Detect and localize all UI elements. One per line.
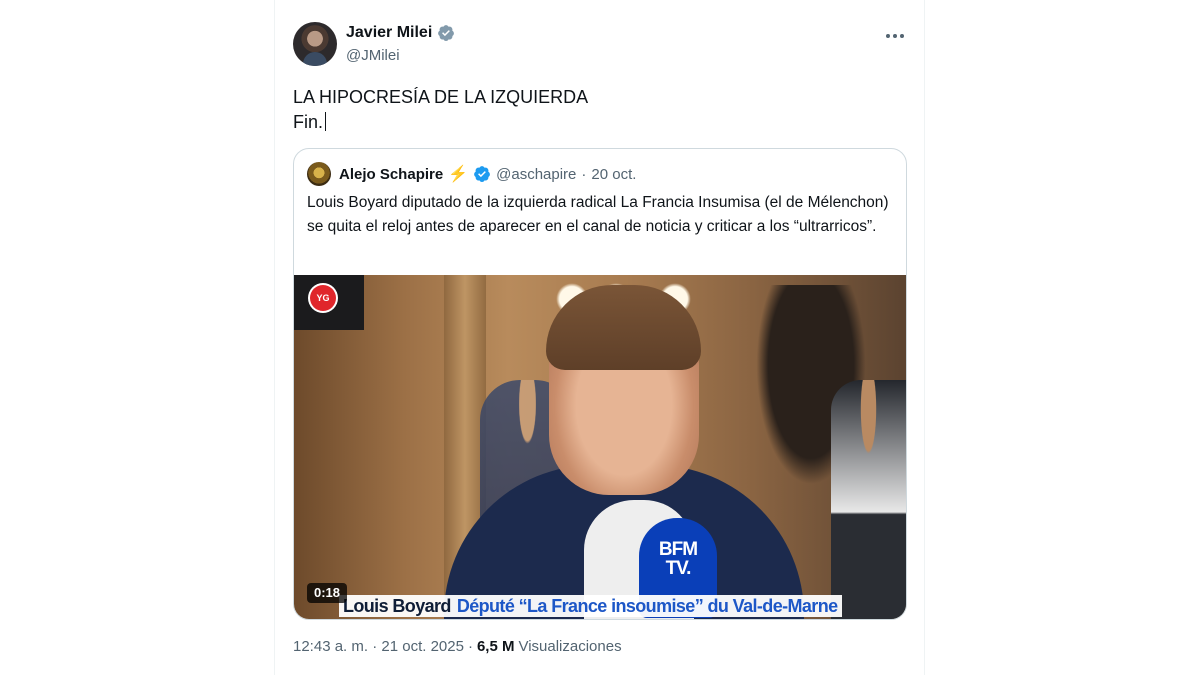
verified-badge-icon [474,166,491,182]
lower-third-name: Louis Boyard [343,595,451,616]
video-player[interactable]: BFM TV. YG Louis Boyard Député “La Franc… [294,275,906,619]
quoted-date[interactable]: 20 oct. [591,166,636,183]
separator-dot: · [581,165,587,183]
video-background-person [831,380,906,619]
quoted-author-avatar[interactable] [307,162,331,186]
mic-label-top: BFM [658,539,698,560]
separator-dot: · [467,638,473,655]
quoted-tweet[interactable]: Alejo Schapire ⚡ @aschapire · 20 oct. Lo… [293,148,907,620]
tweet-text: LA HIPOCRESÍA DE LA IZQUIERDA Fin. [293,85,588,135]
tweet-meta: 12:43 a. m. · 21 oct. 2025 · 6,5 M Visua… [293,638,622,655]
lower-third: Louis Boyard Député “La France insoumise… [339,595,842,617]
author-avatar[interactable] [293,22,337,66]
video-duration: 0:18 [307,583,348,603]
tweet-text-line-2: Fin. [293,110,588,135]
quoted-author-handle[interactable]: @aschapire [496,166,576,183]
tweet-text-line-2-content: Fin. [293,112,324,132]
text-cursor [325,112,327,131]
author-name[interactable]: Javier Milei [346,24,432,42]
tweet-header: Javier Milei @JMilei [293,22,906,68]
timestamp[interactable]: 12:43 a. m. · 21 oct. 2025 [293,638,464,655]
verified-badge-icon [438,25,455,41]
views-count: 6,5 M [476,638,515,655]
more-options-icon[interactable] [884,28,906,44]
tweet-text-line-1: LA HIPOCRESÍA DE LA IZQUIERDA [293,87,589,107]
channel-logo: YG [310,285,336,311]
lower-third-role: Député “La France insoumise” du Val-de-M… [456,595,838,616]
quoted-author-name[interactable]: Alejo Schapire [339,166,443,183]
author-handle[interactable]: @JMilei [346,47,400,64]
views-label: Visualizaciones [518,638,622,655]
quoted-tweet-header: Alejo Schapire ⚡ @aschapire · 20 oct. [307,162,636,186]
author-name-line: Javier Milei [346,24,455,42]
tweet-column: Javier Milei @JMilei LA HIPOCRESÍA DE LA… [274,0,925,675]
lightning-emoji: ⚡ [448,166,469,183]
mic-label-bottom: TV. [665,558,692,579]
quoted-tweet-text: Louis Boyard diputado de la izquierda ra… [307,194,889,235]
